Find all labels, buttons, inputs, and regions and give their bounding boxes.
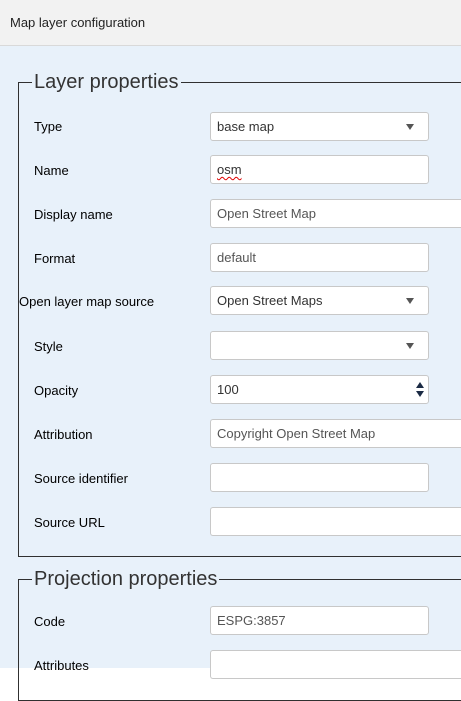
code-label: Code (34, 614, 66, 629)
spinner-up-icon[interactable] (416, 382, 424, 388)
source-url-label: Source URL (34, 515, 105, 530)
form-area: Layer properties Type base map Name osm … (0, 46, 461, 701)
style-select[interactable] (210, 331, 429, 360)
opacity-value: 100 (217, 382, 239, 397)
name-value: osm (217, 162, 242, 177)
format-value: default (217, 250, 257, 265)
map-source-select[interactable]: Open Street Maps (210, 286, 429, 315)
display-name-value: Open Street Map (217, 206, 316, 221)
display-name-field[interactable]: Open Street Map (210, 199, 461, 228)
code-field[interactable]: ESPG:3857 (210, 606, 429, 635)
name-label: Name (34, 163, 69, 178)
map-source-label: Open layer map source (19, 294, 155, 309)
attribution-label: Attribution (34, 427, 93, 442)
source-identifier-label: Source identifier (34, 471, 128, 486)
projection-properties-fieldset (18, 579, 461, 701)
projection-properties-legend: Projection properties (32, 568, 220, 590)
opacity-label: Opacity (34, 383, 79, 398)
attributes-field[interactable] (210, 650, 461, 679)
type-label: Type (34, 119, 63, 134)
attribution-value: Copyright Open Street Map (217, 426, 376, 441)
format-field[interactable]: default (210, 243, 429, 272)
spinner-down-icon[interactable] (416, 391, 424, 397)
dropdown-caret-icon (406, 124, 414, 130)
display-name-label: Display name (34, 207, 113, 222)
style-label: Style (34, 339, 63, 354)
format-label: Format (34, 251, 76, 266)
dialog-title: Map layer configuration (10, 15, 146, 30)
name-field[interactable]: osm (210, 155, 429, 184)
opacity-stepper[interactable]: 100 (210, 375, 429, 404)
type-value: base map (217, 119, 275, 134)
attribution-field[interactable]: Copyright Open Street Map (210, 419, 461, 448)
dialog-header: Map layer configuration (0, 0, 461, 46)
code-value: ESPG:3857 (217, 613, 286, 628)
dropdown-caret-icon (406, 298, 414, 304)
source-identifier-field[interactable] (210, 463, 429, 492)
type-select[interactable]: base map (210, 112, 429, 141)
attributes-label: Attributes (34, 658, 89, 673)
spinner-control[interactable] (416, 380, 424, 400)
map-source-value: Open Street Maps (217, 293, 323, 308)
dropdown-caret-icon (406, 343, 414, 349)
source-url-field[interactable] (210, 507, 461, 536)
layer-properties-legend: Layer properties (32, 71, 181, 93)
